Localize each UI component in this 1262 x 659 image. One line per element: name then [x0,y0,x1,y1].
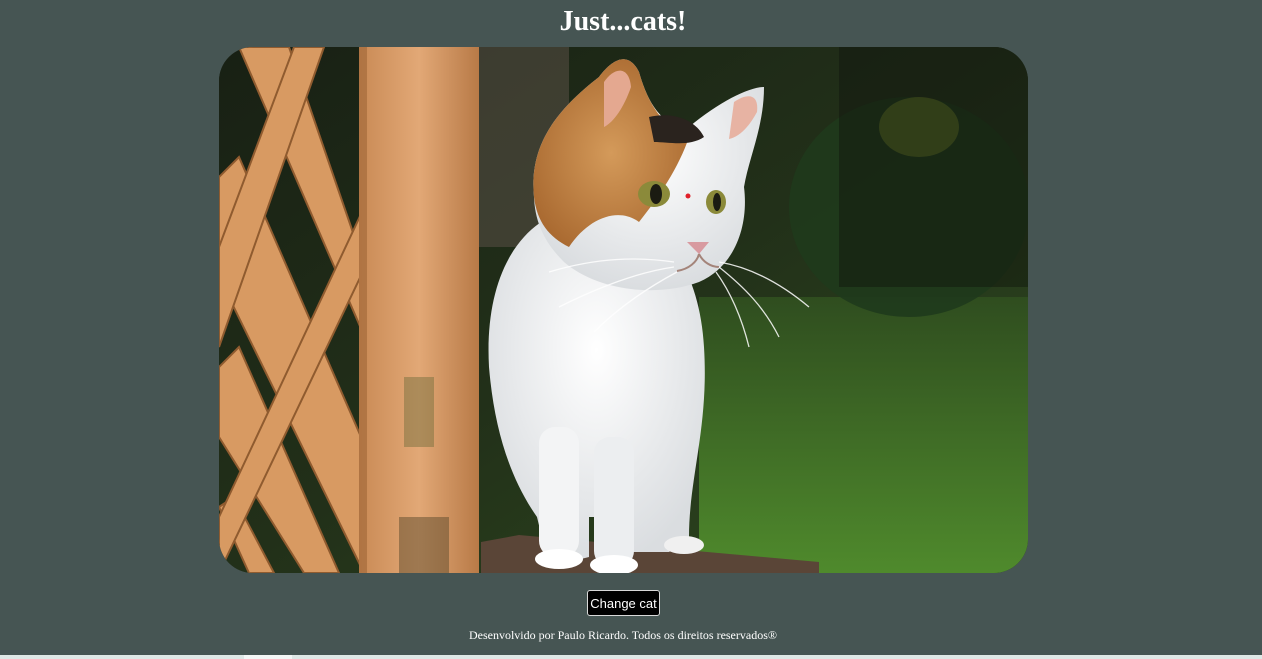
cat-photo-illustration [219,47,1028,573]
page-title: Just...cats! [559,6,687,37]
change-cat-button[interactable]: Change cat [587,590,660,616]
scrollbar-thumb[interactable] [244,655,292,659]
footer-credit: Desenvolvido por Paulo Ricardo. Todos os… [468,628,777,642]
horizontal-scrollbar[interactable] [0,655,1262,659]
cat-image [219,47,1028,573]
